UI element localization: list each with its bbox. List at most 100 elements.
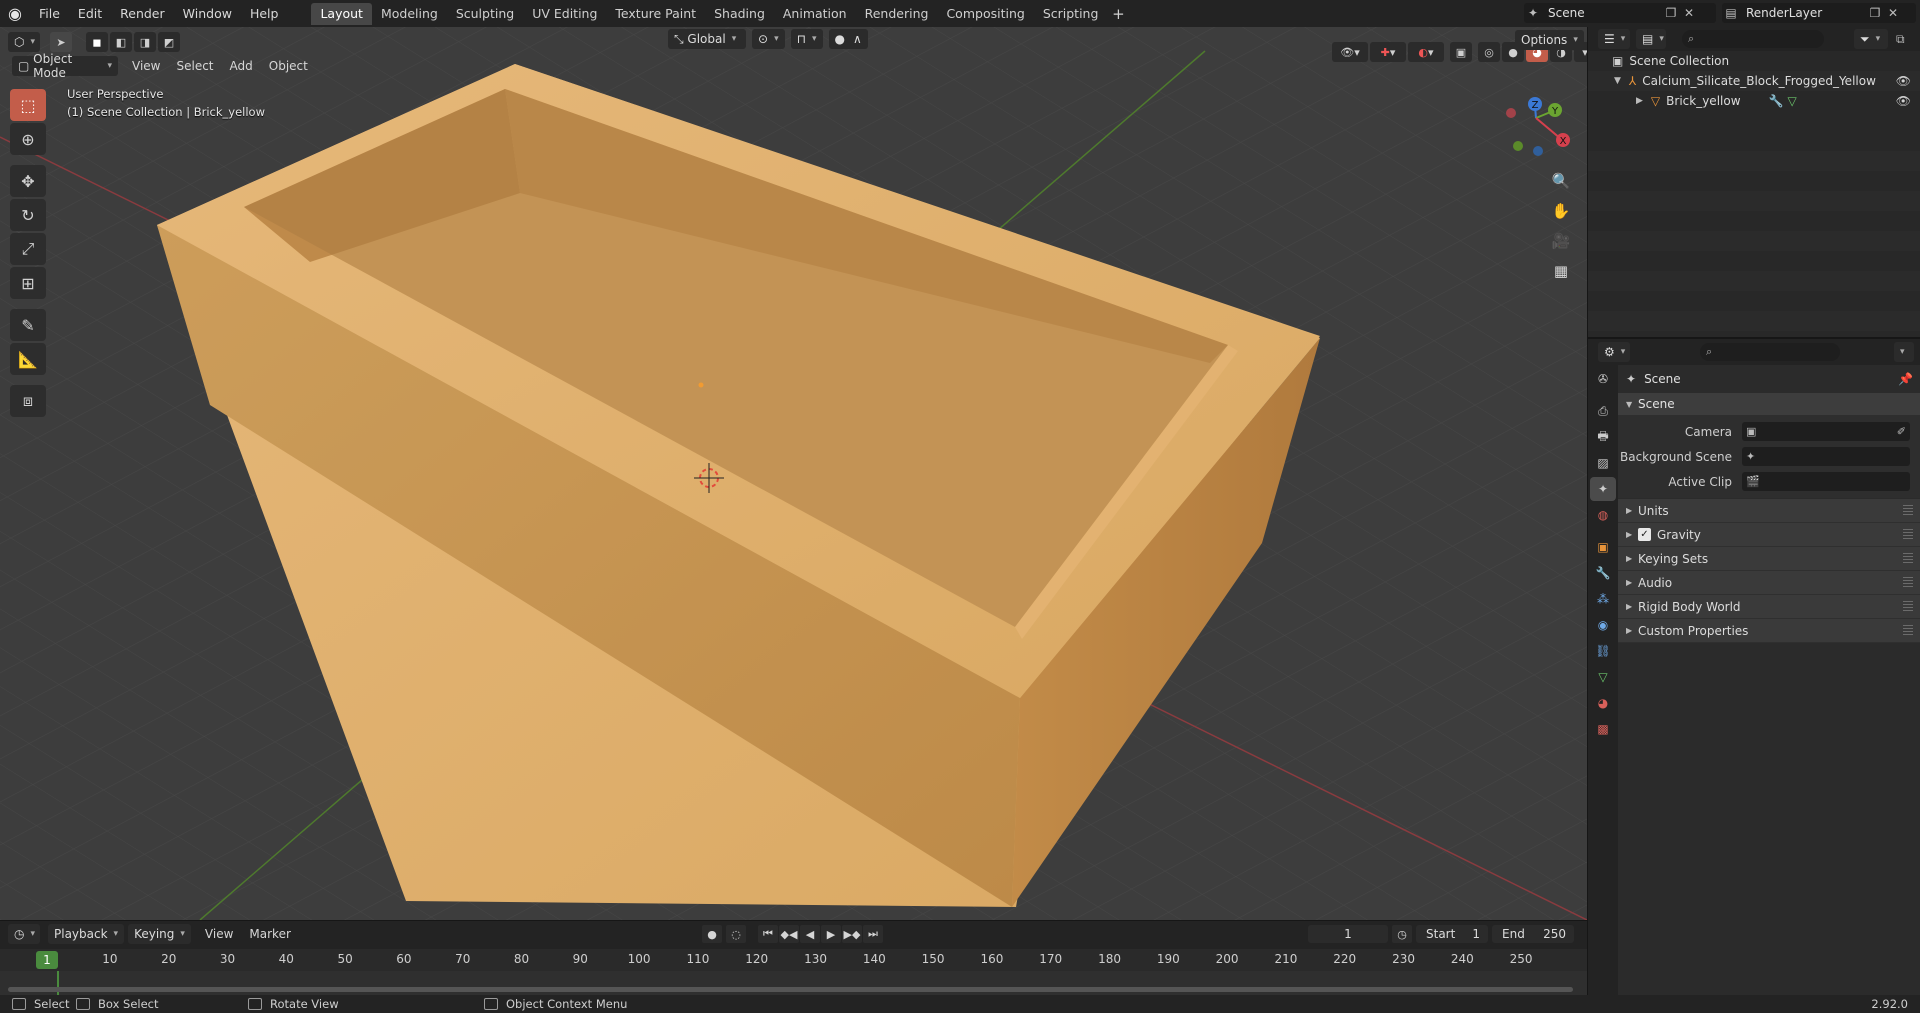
start-frame-field[interactable]: Start 1: [1416, 925, 1488, 943]
material-tab-icon[interactable]: ◕: [1590, 691, 1616, 715]
mesh-data-icon[interactable]: ▽: [1787, 94, 1796, 108]
properties-editor[interactable]: ⚙ ▾ ⌕ ▾ ✇ ⎙ 🖶 ▨ ✦ ◍ ▣ 🔧 ⁂ ◉ ⛓ ▽ ◕ ▩ ✦ Sce…: [1587, 337, 1920, 997]
properties-search-input[interactable]: ⌕: [1700, 343, 1840, 361]
viewport-scene[interactable]: Z Y X: [0, 27, 1587, 920]
tab-uv-editing[interactable]: UV Editing: [523, 3, 606, 25]
perspective-toggle-icon[interactable]: ▦: [1547, 257, 1575, 285]
outliner-search-input[interactable]: ⌕: [1682, 30, 1824, 48]
gravity-checkbox[interactable]: ✓: [1638, 528, 1651, 541]
snap-dropdown[interactable]: ⊓ ▾: [790, 29, 823, 49]
view-layer-tab-icon[interactable]: ▨: [1590, 451, 1616, 475]
modifier-tab-icon[interactable]: 🔧: [1590, 561, 1616, 585]
eyedropper-icon[interactable]: ✐: [1897, 425, 1906, 438]
tab-modeling[interactable]: Modeling: [372, 3, 447, 25]
select-tool-icon[interactable]: ➤: [50, 32, 72, 52]
timeline-scrollbar[interactable]: [8, 987, 1573, 992]
timeline[interactable]: ◷ ▾ Playback ▾ Keying ▾ View Marker ● ◌ ⏮ ◆…: [0, 920, 1587, 996]
properties-options-button[interactable]: ▾: [1894, 342, 1914, 362]
object-tab-icon[interactable]: ▣: [1590, 535, 1616, 559]
drag-grip-icon[interactable]: [1903, 529, 1913, 539]
editor-type-button[interactable]: ⬡ ▾: [8, 32, 40, 52]
prev-keyframe-icon[interactable]: ◆◀: [779, 925, 799, 943]
tab-layout[interactable]: Layout: [311, 2, 372, 25]
move-tool-icon[interactable]: ✥: [10, 165, 46, 197]
brick-visibility-eye-icon[interactable]: 👁: [1896, 94, 1911, 108]
play-reverse-icon[interactable]: ◀: [800, 925, 820, 943]
object-mode-dropdown[interactable]: ▢ Object Mode ▾: [12, 52, 118, 80]
physics-tab-icon[interactable]: ◉: [1590, 613, 1616, 637]
camera-view-icon[interactable]: 🎥: [1547, 227, 1575, 255]
new-scene-icon[interactable]: ❐: [1662, 4, 1680, 22]
properties-editor-type-button[interactable]: ⚙ ▾: [1598, 342, 1630, 362]
preview-range-icon[interactable]: ◷: [1392, 925, 1412, 943]
scene-panel-header[interactable]: ▼ Scene: [1618, 393, 1920, 415]
outliner-editor-type-button[interactable]: ☰ ▾: [1598, 29, 1630, 49]
record-icon[interactable]: ●: [702, 925, 722, 943]
filter-button[interactable]: ⏷ ▾: [1854, 29, 1888, 49]
end-frame-field[interactable]: End 250: [1492, 925, 1574, 943]
options-dropdown[interactable]: Options ▾: [1515, 30, 1584, 50]
tab-scripting[interactable]: Scripting: [1034, 3, 1108, 25]
drag-grip-icon[interactable]: [1903, 577, 1913, 587]
current-frame-field[interactable]: 1: [1308, 925, 1388, 943]
orientation-dropdown[interactable]: ⤡ Global ▾: [668, 29, 746, 49]
outliner-row-scene-collection[interactable]: ▣ Scene Collection: [1588, 51, 1920, 71]
viewport-menu-add[interactable]: Add: [222, 59, 261, 73]
timeline-menu-view[interactable]: View: [197, 927, 241, 941]
cursor-tool-icon[interactable]: ⊕: [10, 123, 46, 155]
select-box-tool-icon[interactable]: ⬚: [10, 89, 46, 121]
select-mode-extend-icon[interactable]: ◧: [110, 32, 132, 52]
audio-panel-header[interactable]: ▶ Audio: [1618, 571, 1920, 595]
playback-dropdown[interactable]: Playback ▾: [48, 924, 125, 944]
timeline-track-area[interactable]: [0, 971, 1587, 996]
jump-start-icon[interactable]: ⏮: [758, 925, 778, 943]
xray-icon[interactable]: ▣: [1450, 42, 1472, 62]
world-tab-icon[interactable]: ◍: [1590, 503, 1616, 527]
scene-selector[interactable]: ✦ Scene ❐ ✕: [1524, 3, 1716, 23]
timeline-editor-type-button[interactable]: ◷ ▾: [8, 924, 40, 944]
render-tab-icon[interactable]: ⎙: [1590, 399, 1616, 423]
new-view-layer-icon[interactable]: ❐: [1866, 4, 1884, 22]
active-clip-field[interactable]: 🎬: [1742, 472, 1910, 491]
output-tab-icon[interactable]: 🖶: [1590, 425, 1616, 449]
blender-logo-icon[interactable]: ◉: [0, 0, 30, 27]
delete-scene-icon[interactable]: ✕: [1680, 4, 1698, 22]
outliner-row-collection[interactable]: ▼ ⅄ Calcium_Silicate_Block_Frogged_Yello…: [1588, 71, 1920, 91]
wireframe-shading-icon[interactable]: ◎: [1478, 42, 1500, 62]
next-keyframe-icon[interactable]: ▶◆: [842, 925, 862, 943]
gravity-panel-header[interactable]: ▶ ✓ Gravity: [1618, 523, 1920, 547]
display-mode-button[interactable]: ▤ ▾: [1636, 29, 1666, 49]
jump-end-icon[interactable]: ⏭: [863, 925, 883, 943]
frame-ruler[interactable]: 1 10 20 30 40 50 60 70 80 90 100 110 120 130 140 150 16…: [0, 949, 1587, 971]
scene-tab-icon[interactable]: ✦: [1590, 477, 1616, 501]
view-layer-selector[interactable]: ▤ RenderLayer ❐ ✕: [1722, 3, 1916, 23]
delete-view-layer-icon[interactable]: ✕: [1884, 4, 1902, 22]
tab-texture-paint[interactable]: Texture Paint: [606, 3, 705, 25]
keying-dropdown[interactable]: Keying ▾: [128, 924, 191, 944]
playhead-line[interactable]: [57, 971, 59, 996]
keying-sets-panel-header[interactable]: ▶ Keying Sets: [1618, 547, 1920, 571]
menu-file[interactable]: File: [30, 0, 69, 27]
tab-sculpting[interactable]: Sculpting: [447, 3, 523, 25]
menu-help[interactable]: Help: [241, 0, 288, 27]
drag-grip-icon[interactable]: [1903, 625, 1913, 635]
background-scene-field[interactable]: ✦: [1742, 447, 1910, 466]
collapse-arrow-icon[interactable]: ▼: [1614, 76, 1621, 86]
add-workspace-button[interactable]: +: [1107, 3, 1129, 25]
menu-edit[interactable]: Edit: [69, 0, 111, 27]
pivot-dropdown[interactable]: ⊙ ▾: [752, 29, 785, 49]
texture-tab-icon[interactable]: ▩: [1590, 717, 1616, 741]
menu-window[interactable]: Window: [174, 0, 241, 27]
drag-grip-icon[interactable]: [1903, 505, 1913, 515]
tab-animation[interactable]: Animation: [774, 3, 856, 25]
rigid-body-world-panel-header[interactable]: ▶ Rigid Body World: [1618, 595, 1920, 619]
pin-icon[interactable]: 📌: [1898, 372, 1913, 386]
play-icon[interactable]: ▶: [821, 925, 841, 943]
modifier-wrench-icon[interactable]: 🔧: [1769, 94, 1784, 108]
visibility-icon[interactable]: 👁▾: [1332, 42, 1368, 62]
current-frame-indicator[interactable]: 1: [36, 951, 58, 969]
new-collection-icon[interactable]: ⧉: [1896, 32, 1905, 47]
tab-shading[interactable]: Shading: [705, 3, 774, 25]
auto-keying-icon[interactable]: ◌: [726, 925, 746, 943]
menu-render[interactable]: Render: [111, 0, 174, 27]
